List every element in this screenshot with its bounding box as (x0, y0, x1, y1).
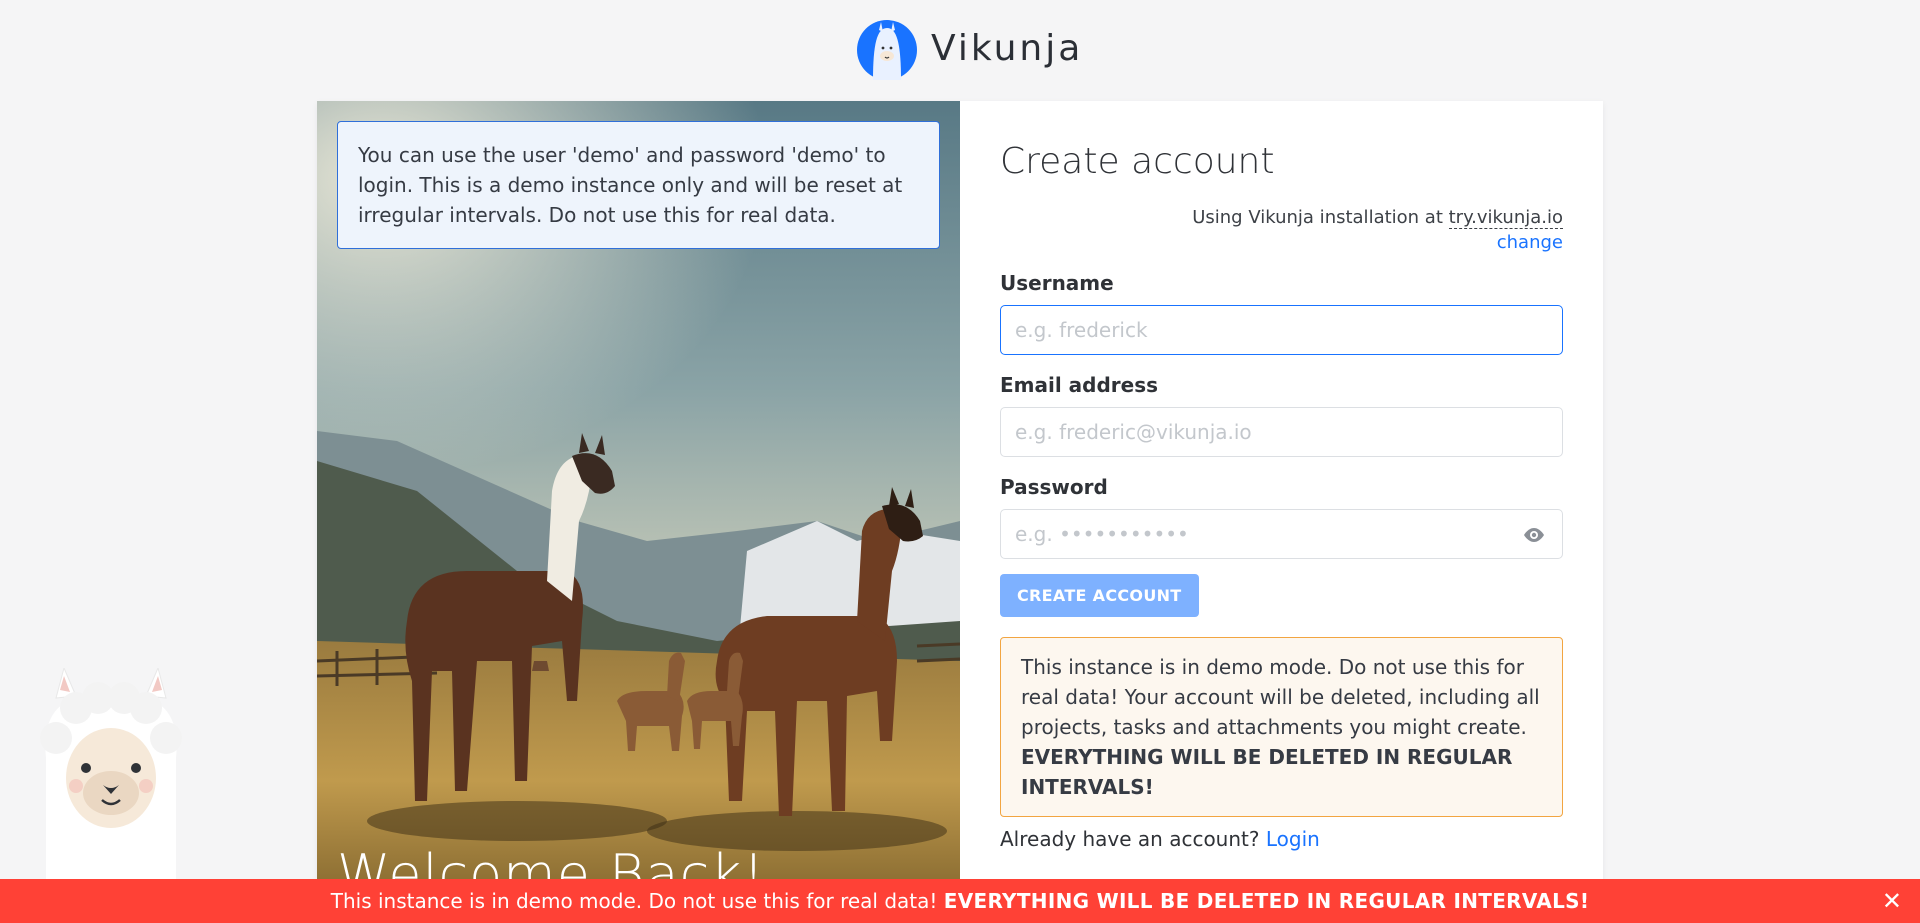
login-link[interactable]: Login (1266, 827, 1320, 851)
brand-name: Vikunja (931, 27, 1084, 69)
banner-bold-text: EVERYTHING WILL BE DELETED IN REGULAR IN… (943, 889, 1590, 913)
installation-info: Using Vikunja installation at try.vikunj… (1000, 207, 1563, 229)
llama-mascot-icon (40, 668, 182, 888)
username-field-wrapper (1000, 305, 1563, 355)
login-prompt-text: Already have an account? (1000, 827, 1260, 851)
username-label: Username (1000, 271, 1114, 295)
llama-logo-icon (857, 20, 917, 80)
installation-url: try.vikunja.io (1448, 207, 1563, 229)
email-input[interactable] (1001, 408, 1562, 456)
login-prompt: Already have an account? Login (1000, 827, 1563, 851)
demo-mode-banner: This instance is in demo mode. Do not us… (0, 879, 1920, 923)
password-field-wrapper (1000, 509, 1563, 559)
create-account-button[interactable]: CREATE ACCOUNT (1000, 574, 1199, 617)
demo-mode-warning: This instance is in demo mode. Do not us… (1000, 637, 1563, 817)
page-title: Create account (1000, 141, 1275, 182)
brand-logo[interactable]: Vikunja (857, 19, 1083, 81)
email-label: Email address (1000, 373, 1159, 397)
warning-bold-text: EVERYTHING WILL BE DELETED IN REGULAR IN… (1021, 745, 1513, 799)
email-field-wrapper (1000, 407, 1563, 457)
image-panel: You can use the user 'demo' and password… (317, 101, 960, 921)
change-installation-link[interactable]: change (1000, 232, 1563, 253)
register-card: You can use the user 'demo' and password… (317, 101, 1603, 921)
username-input[interactable] (1001, 306, 1562, 354)
password-label: Password (1000, 475, 1108, 499)
password-input[interactable] (1001, 510, 1562, 558)
banner-text: This instance is in demo mode. Do not us… (330, 889, 938, 913)
installation-prefix: Using Vikunja installation at (1192, 207, 1443, 228)
close-icon[interactable]: ✕ (1882, 879, 1902, 923)
register-form: Create account Using Vikunja installatio… (1000, 101, 1563, 851)
demo-credentials-notice: You can use the user 'demo' and password… (337, 121, 940, 249)
warning-text: This instance is in demo mode. Do not us… (1021, 655, 1540, 739)
show-password-eye-icon[interactable] (1522, 523, 1546, 547)
